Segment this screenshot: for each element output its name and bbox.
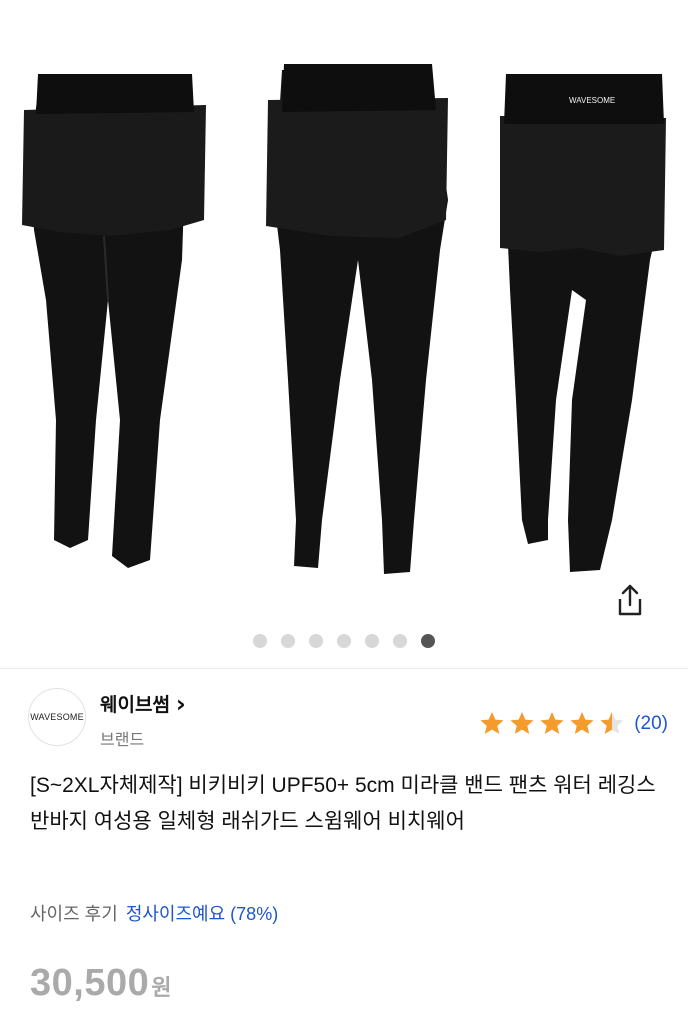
product-image-gallery[interactable]: WAVESOME [0,0,688,680]
gallery-dot[interactable] [393,634,407,648]
size-review-value[interactable]: 정사이즈예요 (78%) [126,900,278,926]
size-review: 사이즈 후기 정사이즈예요 (78%) [30,900,278,926]
gallery-dot[interactable] [281,634,295,648]
product-title: [S~2XL자체제작] 비키비키 UPF50+ 5cm 미라클 밴드 팬츠 워터… [30,774,656,833]
leggings-front-view [22,74,206,568]
gallery-dot[interactable] [337,634,351,648]
product-price: 30,500 원 [30,962,171,1005]
half-star-icon [600,712,624,734]
chevron-right-icon: › [175,689,186,718]
star-icon [540,712,564,734]
rating-summary[interactable]: (20) [478,710,668,737]
brand-subtitle: 브랜드 [100,730,145,749]
brand-link[interactable]: 웨이브썸 › [100,690,186,717]
leggings-back-view: WAVESOME [500,74,666,572]
gallery-dot[interactable] [309,634,323,648]
section-divider [0,668,688,669]
waistband-logo-text: WAVESOME [569,96,615,105]
gallery-dot-active[interactable] [421,634,435,648]
star-icon [510,712,534,734]
share-button[interactable] [610,578,650,622]
star-icon [570,712,594,734]
gallery-pagination [0,634,688,650]
product-photo: WAVESOME [22,64,666,574]
star-icon [480,712,504,734]
brand-name: 웨이브썸 [100,694,170,716]
gallery-dot[interactable] [253,634,267,648]
brand-row: WAVESOME 웨이브썸 › 브랜드 (20) [0,680,688,760]
gallery-dot[interactable] [365,634,379,648]
price-amount: 30,500 [30,962,150,1004]
leggings-side-view [266,64,448,574]
brand-logo-text: WAVESOME [30,712,84,722]
review-count[interactable]: (20) [634,713,668,735]
star-rating [478,710,626,737]
price-unit: 원 [151,975,172,1000]
size-review-label: 사이즈 후기 [30,904,118,924]
brand-logo[interactable]: WAVESOME [28,688,86,746]
share-icon [618,584,642,616]
